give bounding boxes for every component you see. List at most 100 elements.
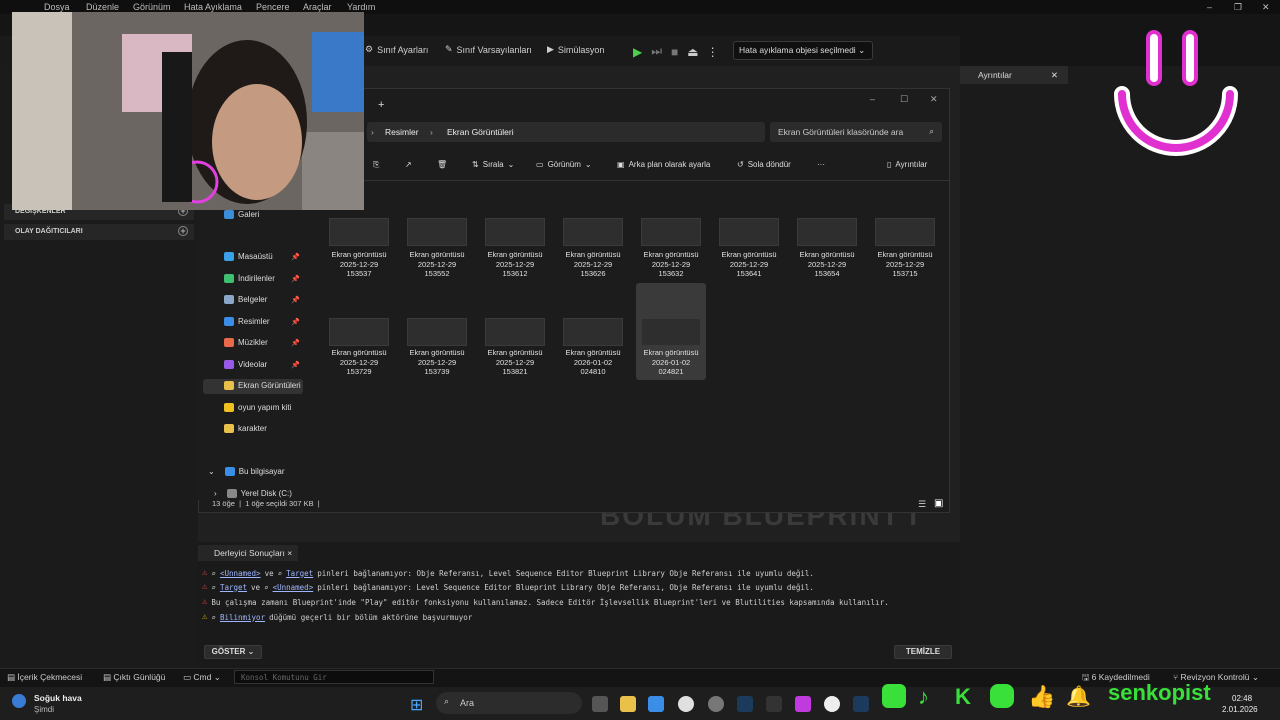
nav-item[interactable]: Galeri xyxy=(224,210,259,219)
details-pane-button[interactable]: ▯ Ayrıntılar xyxy=(887,160,927,169)
file-explorer-icon[interactable] xyxy=(620,696,636,712)
set-background-button[interactable]: ▣ Arka plan olarak ayarla xyxy=(617,160,710,169)
tab-compiler-results[interactable]: Derleyici Sonuçları × xyxy=(198,545,298,561)
file-item[interactable]: Ekran görüntüsü 2025-12-29 153715 xyxy=(867,250,943,279)
app-icon[interactable] xyxy=(708,696,724,712)
address-bar[interactable]: › Resimler › Ekran Görüntüleri xyxy=(367,122,765,142)
nav-item[interactable]: Videolar xyxy=(224,360,267,369)
file-thumbnail[interactable] xyxy=(485,318,545,346)
clock-time[interactable]: 02:48 xyxy=(1232,694,1252,703)
nav-item[interactable]: Müzikler xyxy=(224,338,268,347)
chrome-icon[interactable] xyxy=(678,696,694,712)
file-thumbnail[interactable] xyxy=(329,218,389,246)
close-button[interactable]: ✕ xyxy=(1262,2,1270,13)
maximize-button[interactable]: ❐ xyxy=(1234,2,1242,13)
tab-details[interactable]: Ayrıntılar ✕ xyxy=(960,66,1068,84)
export-icon[interactable]: ↗ xyxy=(405,160,412,169)
menu-tools[interactable]: Araçlar xyxy=(303,2,332,12)
file-thumbnail[interactable] xyxy=(641,318,701,346)
class-settings-button[interactable]: ⚙ Sınıf Ayarları xyxy=(365,44,428,55)
file-item[interactable]: Ekran görüntüsü 2025-12-29 153626 xyxy=(555,250,631,279)
close-icon[interactable]: ✕ xyxy=(1051,70,1058,81)
add-icon[interactable]: + xyxy=(178,226,188,236)
explorer-maximize-icon[interactable]: ☐ xyxy=(900,94,908,105)
file-thumbnail[interactable] xyxy=(329,318,389,346)
rotate-left-button[interactable]: ↺ Sola döndür xyxy=(737,160,791,169)
explorer-close-icon[interactable]: ✕ xyxy=(930,94,938,105)
more-icon[interactable]: ⋮ xyxy=(707,45,719,59)
nav-item[interactable]: karakter xyxy=(224,424,267,433)
file-thumbnail[interactable] xyxy=(407,218,467,246)
unreal-icon[interactable] xyxy=(824,696,840,712)
menu-view[interactable]: Görünüm xyxy=(133,2,171,12)
menu-edit[interactable]: Düzenle xyxy=(86,2,119,12)
event-dispatchers-section[interactable]: OLAY DAĞITICILARI + xyxy=(4,224,194,240)
file-thumbnail[interactable] xyxy=(641,218,701,246)
menu-help[interactable]: Yardım xyxy=(347,2,375,12)
file-thumbnail[interactable] xyxy=(563,218,623,246)
play-icon[interactable]: ▶ xyxy=(633,45,642,59)
app-icon[interactable] xyxy=(795,696,811,712)
menu-debug[interactable]: Hata Ayıklama xyxy=(184,2,242,12)
file-item[interactable]: Ekran görüntüsü 2025-12-29 153654 xyxy=(789,250,865,279)
stop-icon[interactable]: ■ xyxy=(671,45,678,59)
breadcrumb-pictures[interactable]: Resimler xyxy=(385,127,419,137)
list-view-icon[interactable]: ☰ xyxy=(918,499,926,510)
clock-date[interactable]: 2.01.2026 xyxy=(1222,705,1258,714)
nav-item[interactable]: Belgeler xyxy=(224,295,267,304)
file-thumbnail[interactable] xyxy=(797,218,857,246)
epic-games-icon[interactable] xyxy=(766,696,782,712)
more-options-button[interactable]: ··· xyxy=(817,160,825,169)
file-item[interactable]: Ekran görüntüsü 2025-12-29 153612 xyxy=(477,250,553,279)
debug-object-dropdown[interactable]: Hata ayıklama objesi seçilmedi ⌄ xyxy=(733,41,873,60)
content-drawer-button[interactable]: ▤ İçerik Çekmecesi xyxy=(7,672,82,683)
delete-icon[interactable]: 🗑 xyxy=(437,160,447,169)
class-defaults-button[interactable]: ✎ Sınıf Varsayılanları xyxy=(445,44,532,55)
grid-view-icon[interactable]: ▣ xyxy=(934,498,943,509)
menu-window[interactable]: Pencere xyxy=(256,2,290,12)
file-thumbnail[interactable] xyxy=(563,318,623,346)
file-item[interactable]: Ekran görüntüsü 2025-12-29 153537 xyxy=(321,250,397,279)
menu-file[interactable]: Dosya xyxy=(44,2,70,12)
node-link[interactable]: Target xyxy=(220,583,247,592)
nav-item[interactable]: Resimler xyxy=(224,317,270,326)
file-item[interactable]: Ekran görüntüsü 2025-12-29 153641 xyxy=(711,250,787,279)
steam-icon[interactable] xyxy=(853,696,869,712)
step-icon[interactable]: ⏭ xyxy=(651,44,662,59)
output-log-button[interactable]: ▤ Çıktı Günlüğü xyxy=(103,672,165,683)
windows-start-icon[interactable]: ⊞ xyxy=(410,695,423,715)
file-item[interactable]: Ekran görüntüsü 2026-01-02 024810 xyxy=(555,348,631,377)
new-tab-icon[interactable]: + xyxy=(378,99,384,111)
file-item[interactable]: Ekran görüntüsü 2025-12-29 153739 xyxy=(399,348,475,377)
task-view-icon[interactable] xyxy=(592,696,608,712)
node-link[interactable]: Bilinmiyor xyxy=(220,613,265,622)
explorer-minimize-icon[interactable]: – xyxy=(870,94,875,104)
nav-item[interactable]: Ekran Görüntüleri xyxy=(224,381,301,390)
search-input[interactable]: Ekran Görüntüleri klasöründe ara ⌕ xyxy=(770,122,942,142)
steam-icon[interactable] xyxy=(737,696,753,712)
nav-item[interactable]: İndirilenler xyxy=(224,274,275,283)
nav-local-disk[interactable]: › Yerel Disk (C:) xyxy=(214,489,292,498)
taskbar-search[interactable]: ⌕ Ara xyxy=(436,692,582,714)
nav-item[interactable]: Masaüstü xyxy=(224,252,273,261)
node-link[interactable]: <Unnamed> xyxy=(220,569,261,578)
file-item[interactable]: Ekran görüntüsü 2025-12-29 153729 xyxy=(321,348,397,377)
file-thumbnail[interactable] xyxy=(719,218,779,246)
console-input[interactable]: Konsol Komutunu Gir xyxy=(234,670,434,684)
cmd-dropdown[interactable]: ▭ Cmd ⌄ xyxy=(183,672,221,683)
weather-icon[interactable] xyxy=(12,694,26,708)
file-thumbnail[interactable] xyxy=(875,218,935,246)
show-button[interactable]: GÖSTER ⌄ xyxy=(204,645,262,659)
share-icon[interactable]: ⎘ xyxy=(373,160,379,170)
file-item[interactable]: Ekran görüntüsü 2025-12-29 153552 xyxy=(399,250,475,279)
file-item[interactable]: Ekran görüntüsü 2025-12-29 153632 xyxy=(633,250,709,279)
close-icon[interactable]: × xyxy=(287,548,292,558)
weather-label[interactable]: Soğuk hava xyxy=(34,693,82,703)
eject-icon[interactable]: ⏏ xyxy=(687,45,698,59)
node-link[interactable]: Target xyxy=(286,569,313,578)
file-thumbnail[interactable] xyxy=(485,218,545,246)
file-item[interactable]: Ekran görüntüsü 2025-12-29 153821 xyxy=(477,348,553,377)
simulation-button[interactable]: ▶ Simülasyon xyxy=(547,44,604,55)
minimize-button[interactable]: – xyxy=(1207,2,1212,12)
nav-this-pc[interactable]: ⌄ Bu bilgisayar xyxy=(208,467,285,476)
